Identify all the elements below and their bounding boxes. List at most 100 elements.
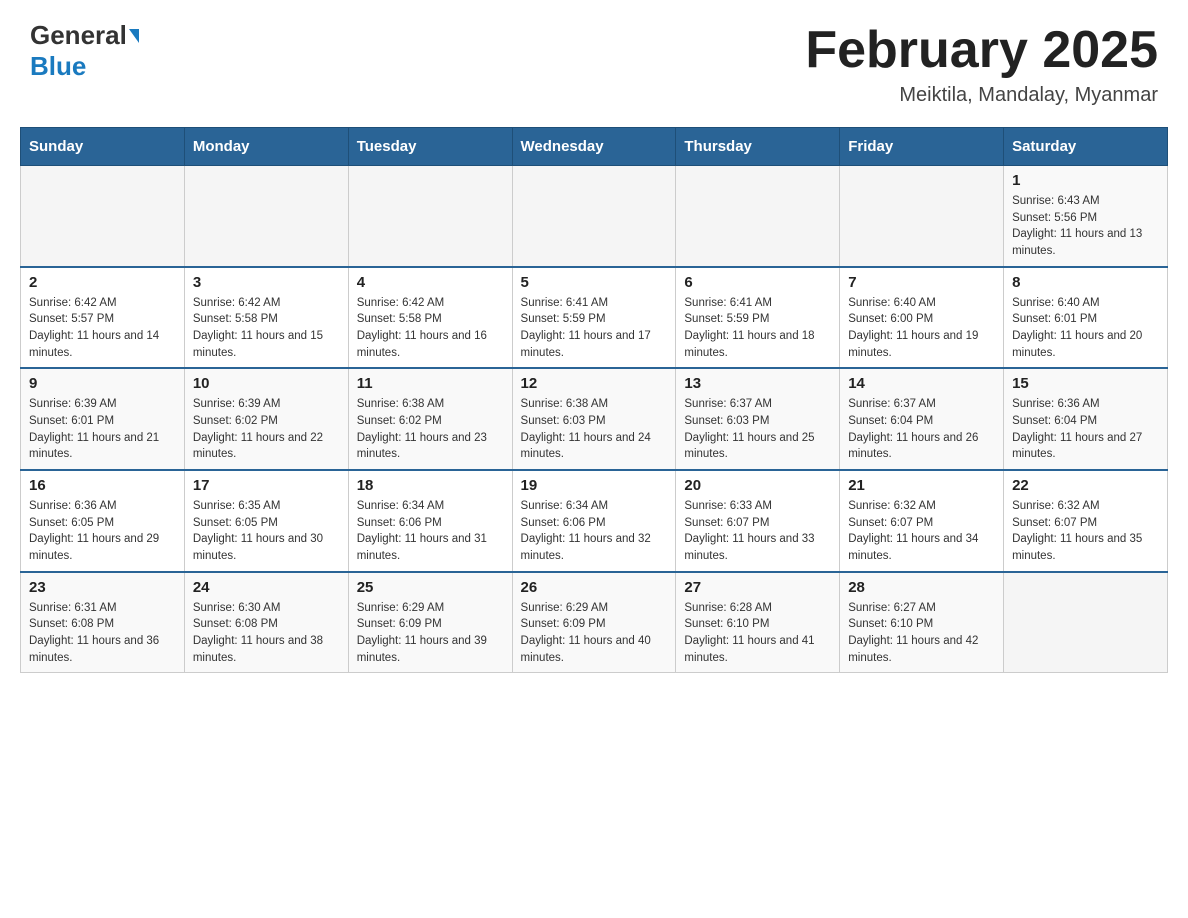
table-row: 19 Sunrise: 6:34 AM Sunset: 6:06 PM Dayli… (512, 470, 676, 572)
day-info: Sunrise: 6:43 AM Sunset: 5:56 PM Dayligh… (1012, 193, 1159, 260)
table-row: 20 Sunrise: 6:33 AM Sunset: 6:07 PM Dayli… (676, 470, 840, 572)
col-thursday: Thursday (676, 128, 840, 166)
table-row: 17 Sunrise: 6:35 AM Sunset: 6:05 PM Dayli… (184, 470, 348, 572)
table-row: 1Sunrise: 6:43 AM Sunset: 5:56 PM Daylig… (1004, 166, 1168, 267)
day-info: Sunrise: 6:38 AM Sunset: 6:03 PM Dayligh… (521, 396, 668, 463)
logo-blue: Blue (30, 51, 86, 82)
day-info: Sunrise: 6:34 AM Sunset: 6:06 PM Dayligh… (521, 498, 668, 565)
day-info: Sunrise: 6:42 AM Sunset: 5:57 PM Dayligh… (29, 295, 176, 362)
table-row: 22Sunrise: 6:32 AM Sunset: 6:07 PM Dayli… (1004, 470, 1168, 572)
col-friday: Friday (840, 128, 1004, 166)
day-number: 13 (684, 375, 831, 392)
table-row: 8 Sunrise: 6:40 AM Sunset: 6:01 PM Daylig… (1004, 267, 1168, 369)
day-info: Sunrise: 6:35 AM Sunset: 6:05 PM Dayligh… (193, 498, 340, 565)
day-number: 12 (521, 375, 668, 392)
calendar-week-row: 23Sunrise: 6:31 AM Sunset: 6:08 PM Dayli… (21, 572, 1168, 673)
table-row: 3 Sunrise: 6:42 AM Sunset: 5:58 PM Daylig… (184, 267, 348, 369)
day-number: 7 (848, 274, 995, 291)
day-info: Sunrise: 6:40 AM Sunset: 6:01 PM Dayligh… (1012, 295, 1159, 362)
day-info: Sunrise: 6:28 AM Sunset: 6:10 PM Dayligh… (684, 600, 831, 667)
month-title: February 2025 (805, 20, 1158, 80)
day-number: 2 (29, 274, 176, 291)
calendar-week-row: 1Sunrise: 6:43 AM Sunset: 5:56 PM Daylig… (21, 166, 1168, 267)
day-number: 14 (848, 375, 995, 392)
day-info: Sunrise: 6:39 AM Sunset: 6:01 PM Dayligh… (29, 396, 176, 463)
day-info: Sunrise: 6:39 AM Sunset: 6:02 PM Dayligh… (193, 396, 340, 463)
table-row: 28 Sunrise: 6:27 AM Sunset: 6:10 PM Dayli… (840, 572, 1004, 673)
day-number: 27 (684, 579, 831, 596)
day-number: 19 (521, 477, 668, 494)
day-info: Sunrise: 6:29 AM Sunset: 6:09 PM Dayligh… (357, 600, 504, 667)
col-wednesday: Wednesday (512, 128, 676, 166)
day-number: 10 (193, 375, 340, 392)
logo-general: General (30, 20, 127, 51)
day-info: Sunrise: 6:38 AM Sunset: 6:02 PM Dayligh… (357, 396, 504, 463)
day-info: Sunrise: 6:37 AM Sunset: 6:04 PM Dayligh… (848, 396, 995, 463)
table-row: 12 Sunrise: 6:38 AM Sunset: 6:03 PM Dayli… (512, 368, 676, 470)
table-row: 14 Sunrise: 6:37 AM Sunset: 6:04 PM Dayli… (840, 368, 1004, 470)
day-number: 21 (848, 477, 995, 494)
table-row: 27 Sunrise: 6:28 AM Sunset: 6:10 PM Dayli… (676, 572, 840, 673)
day-number: 15 (1012, 375, 1159, 392)
table-row: 23Sunrise: 6:31 AM Sunset: 6:08 PM Dayli… (21, 572, 185, 673)
table-row: 16 Sunrise: 6:36 AM Sunset: 6:05 PM Dayli… (21, 470, 185, 572)
table-row (840, 166, 1004, 267)
table-row: 6 Sunrise: 6:41 AM Sunset: 5:59 PM Daylig… (676, 267, 840, 369)
day-number: 9 (29, 375, 176, 392)
table-row: 5Sunrise: 6:41 AM Sunset: 5:59 PM Daylig… (512, 267, 676, 369)
table-row: 26 Sunrise: 6:29 AM Sunset: 6:09 PM Dayli… (512, 572, 676, 673)
table-row: 25 Sunrise: 6:29 AM Sunset: 6:09 PM Dayli… (348, 572, 512, 673)
day-number: 18 (357, 477, 504, 494)
day-number: 25 (357, 579, 504, 596)
day-info: Sunrise: 6:36 AM Sunset: 6:05 PM Dayligh… (29, 498, 176, 565)
day-info: Sunrise: 6:27 AM Sunset: 6:10 PM Dayligh… (848, 600, 995, 667)
table-row: 24 Sunrise: 6:30 AM Sunset: 6:08 PM Dayli… (184, 572, 348, 673)
table-row (512, 166, 676, 267)
table-row: 21 Sunrise: 6:32 AM Sunset: 6:07 PM Dayli… (840, 470, 1004, 572)
table-row: 18Sunrise: 6:34 AM Sunset: 6:06 PM Dayli… (348, 470, 512, 572)
table-row (21, 166, 185, 267)
day-info: Sunrise: 6:33 AM Sunset: 6:07 PM Dayligh… (684, 498, 831, 565)
day-info: Sunrise: 6:30 AM Sunset: 6:08 PM Dayligh… (193, 600, 340, 667)
table-row: 11 Sunrise: 6:38 AM Sunset: 6:02 PM Dayli… (348, 368, 512, 470)
day-info: Sunrise: 6:42 AM Sunset: 5:58 PM Dayligh… (193, 295, 340, 362)
col-sunday: Sunday (21, 128, 185, 166)
table-row: 10 Sunrise: 6:39 AM Sunset: 6:02 PM Dayli… (184, 368, 348, 470)
col-tuesday: Tuesday (348, 128, 512, 166)
table-row: 7 Sunrise: 6:40 AM Sunset: 6:00 PM Daylig… (840, 267, 1004, 369)
calendar-table: Sunday Monday Tuesday Wednesday Thursday… (20, 127, 1168, 673)
calendar-week-row: 9 Sunrise: 6:39 AM Sunset: 6:01 PM Daylig… (21, 368, 1168, 470)
day-number: 11 (357, 375, 504, 392)
day-info: Sunrise: 6:32 AM Sunset: 6:07 PM Dayligh… (848, 498, 995, 565)
day-info: Sunrise: 6:41 AM Sunset: 5:59 PM Dayligh… (521, 295, 668, 362)
table-row (1004, 572, 1168, 673)
day-number: 17 (193, 477, 340, 494)
table-row: 13 Sunrise: 6:37 AM Sunset: 6:03 PM Dayli… (676, 368, 840, 470)
table-row (676, 166, 840, 267)
day-number: 16 (29, 477, 176, 494)
table-row (348, 166, 512, 267)
col-monday: Monday (184, 128, 348, 166)
day-number: 8 (1012, 274, 1159, 291)
day-number: 23 (29, 579, 176, 596)
col-saturday: Saturday (1004, 128, 1168, 166)
day-info: Sunrise: 6:29 AM Sunset: 6:09 PM Dayligh… (521, 600, 668, 667)
title-section: February 2025 Meiktila, Mandalay, Myanma… (805, 20, 1158, 107)
day-info: Sunrise: 6:37 AM Sunset: 6:03 PM Dayligh… (684, 396, 831, 463)
table-row (184, 166, 348, 267)
day-number: 28 (848, 579, 995, 596)
day-info: Sunrise: 6:36 AM Sunset: 6:04 PM Dayligh… (1012, 396, 1159, 463)
day-number: 4 (357, 274, 504, 291)
day-info: Sunrise: 6:41 AM Sunset: 5:59 PM Dayligh… (684, 295, 831, 362)
day-info: Sunrise: 6:40 AM Sunset: 6:00 PM Dayligh… (848, 295, 995, 362)
calendar-week-row: 2 Sunrise: 6:42 AM Sunset: 5:57 PM Daylig… (21, 267, 1168, 369)
logo-triangle-icon (129, 29, 139, 43)
day-number: 6 (684, 274, 831, 291)
day-number: 3 (193, 274, 340, 291)
day-number: 20 (684, 477, 831, 494)
page-header: General Blue February 2025 Meiktila, Man… (0, 0, 1188, 117)
day-number: 26 (521, 579, 668, 596)
day-number: 24 (193, 579, 340, 596)
table-row: 9 Sunrise: 6:39 AM Sunset: 6:01 PM Daylig… (21, 368, 185, 470)
calendar-week-row: 16 Sunrise: 6:36 AM Sunset: 6:05 PM Dayli… (21, 470, 1168, 572)
